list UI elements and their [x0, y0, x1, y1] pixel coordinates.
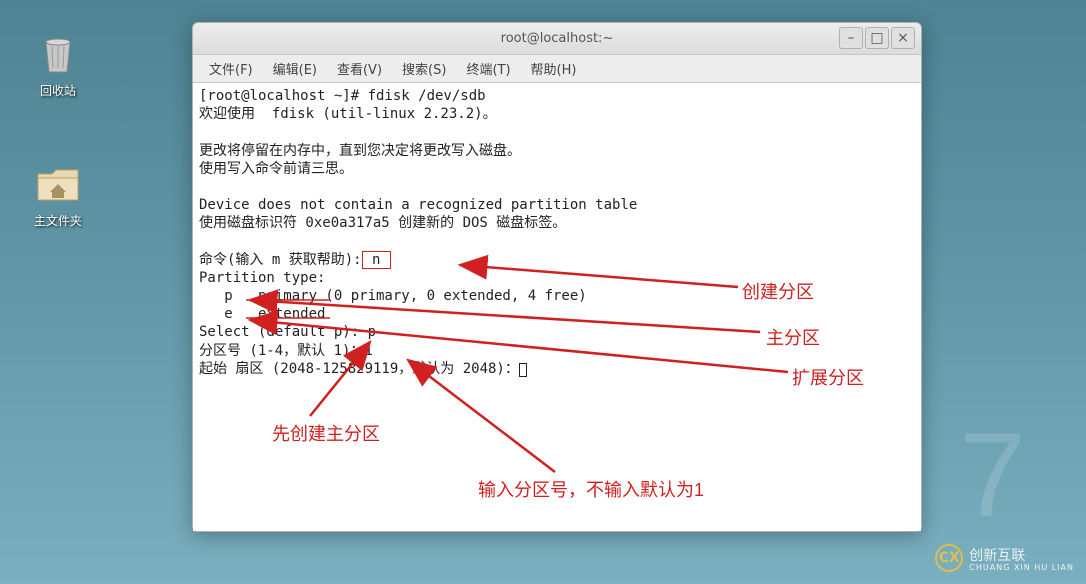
menu-edit[interactable]: 编辑(E)	[263, 55, 327, 82]
term-line: 使用写入命令前请三思。	[199, 161, 353, 177]
term-line: 更改将停留在内存中，直到您决定将更改写入磁盘。	[199, 143, 521, 159]
term-line: 欢迎使用 fdisk (util-linux 2.23.2)。	[199, 106, 497, 122]
term-line: Select (default p): p	[199, 324, 376, 340]
menubar: 文件(F) 编辑(E) 查看(V) 搜索(S) 终端(T) 帮助(H)	[193, 55, 921, 83]
close-button[interactable]: ×	[891, 27, 915, 49]
term-line: 使用磁盘标识符 0xe0a317a5 创建新的 DOS 磁盘标签。	[199, 215, 566, 231]
minimize-button[interactable]: –	[839, 27, 863, 49]
trash-label: 回收站	[18, 82, 98, 99]
desktop-trash[interactable]: 回收站	[18, 30, 98, 99]
window-title: root@localhost:~	[501, 31, 614, 46]
brand-logo-icon: CX	[935, 544, 963, 572]
term-line: 分区号 (1-4，默认 1)：1	[199, 343, 373, 359]
term-line: e extended	[199, 306, 325, 322]
brand-watermark: CX 创新互联 CHUANG XIN HU LIAN	[935, 544, 1074, 572]
menu-search[interactable]: 搜索(S)	[392, 55, 456, 82]
centos-watermark: 7	[959, 406, 1026, 544]
maximize-button[interactable]: □	[865, 27, 889, 49]
home-folder-icon	[34, 160, 82, 208]
brand-sub: CHUANG XIN HU LIAN	[969, 563, 1074, 572]
desktop-home-folder[interactable]: 主文件夹	[18, 160, 98, 229]
terminal-window: root@localhost:~ – □ × 文件(F) 编辑(E) 查看(V)…	[192, 22, 922, 532]
term-line: 命令(输入 m 获取帮助):	[199, 252, 362, 268]
terminal-body[interactable]: [root@localhost ~]# fdisk /dev/sdb 欢迎使用 …	[193, 83, 921, 531]
brand-name: 创新互联	[969, 545, 1074, 565]
trash-icon	[34, 30, 82, 78]
highlighted-input-n: n	[362, 251, 391, 269]
term-line: p primary (0 primary, 0 extended, 4 free…	[199, 288, 587, 304]
term-line: Partition type:	[199, 270, 325, 286]
titlebar[interactable]: root@localhost:~ – □ ×	[193, 23, 921, 55]
menu-help[interactable]: 帮助(H)	[521, 55, 587, 82]
term-line: [root@localhost ~]# fdisk /dev/sdb	[199, 88, 486, 104]
terminal-cursor	[519, 363, 527, 377]
menu-view[interactable]: 查看(V)	[327, 55, 392, 82]
menu-file[interactable]: 文件(F)	[199, 55, 263, 82]
term-line: 起始 扇区 (2048-125829119，默认为 2048)：	[199, 361, 519, 377]
home-folder-label: 主文件夹	[18, 212, 98, 229]
menu-terminal[interactable]: 终端(T)	[456, 55, 520, 82]
term-line: Device does not contain a recognized par…	[199, 197, 637, 213]
